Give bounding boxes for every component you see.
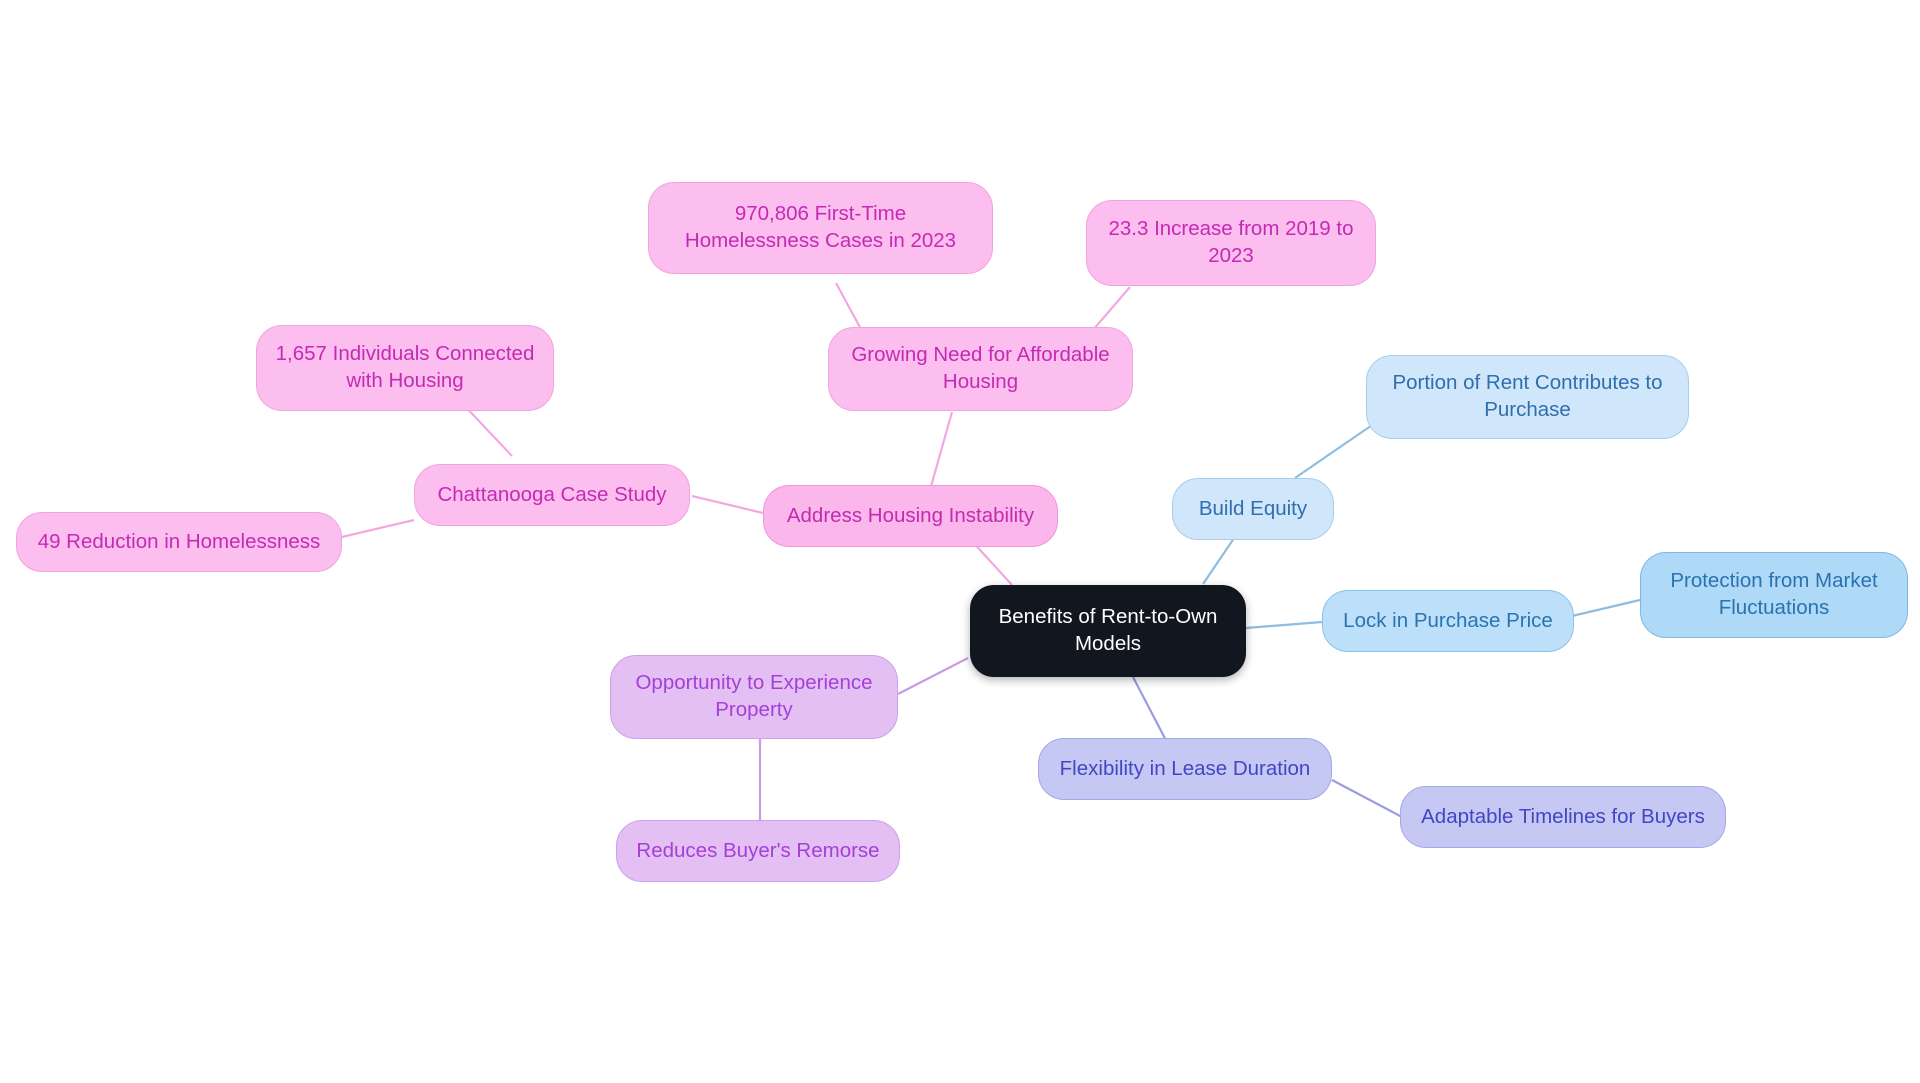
node-growing-need-for-affordable-housing[interactable]: Growing Need for Affordable Housing (828, 327, 1133, 411)
node-adaptable-timelines-for-buyers[interactable]: Adaptable Timelines for Buyers (1400, 786, 1726, 848)
node-reduces-buyers-remorse[interactable]: Reduces Buyer's Remorse (616, 820, 900, 882)
edge-growing-need-to-first-time-cases (835, 282, 863, 332)
node-root-benefits-of-rent-to-own-models[interactable]: Benefits of Rent-to-Own Models (970, 585, 1246, 677)
edge-lock-in-price-to-protection (1571, 598, 1641, 618)
edge-flexibility-to-adaptable-timelines (1331, 779, 1403, 818)
edge-address-to-growing-need (928, 411, 954, 491)
node-chattanooga-case-study[interactable]: Chattanooga Case Study (414, 464, 690, 526)
edge-root-to-lock-in-price (1245, 620, 1323, 630)
node-portion-of-rent-contributes-to-purchase[interactable]: Portion of Rent Contributes to Purchase (1366, 355, 1689, 439)
node-1657-individuals-connected-with-housing[interactable]: 1,657 Individuals Connected with Housing (256, 325, 554, 411)
node-build-equity[interactable]: Build Equity (1172, 478, 1334, 540)
node-lock-in-purchase-price[interactable]: Lock in Purchase Price (1322, 590, 1574, 652)
node-233-increase-from-2019-to-2023[interactable]: 23.3 Increase from 2019 to 2023 (1086, 200, 1376, 286)
edge-chattanooga-to-reduction (341, 518, 415, 539)
node-opportunity-to-experience-property[interactable]: Opportunity to Experience Property (610, 655, 898, 739)
node-protection-from-market-fluctuations[interactable]: Protection from Market Fluctuations (1640, 552, 1908, 638)
edge-growing-need-to-increase (1092, 286, 1131, 331)
mindmap-canvas: Benefits of Rent-to-Own Models Address H… (0, 0, 1920, 1083)
node-970806-first-time-homelessness-cases-2023[interactable]: 970,806 First-Time Homelessness Cases in… (648, 182, 993, 274)
edge-root-to-opportunity (897, 657, 969, 695)
node-address-housing-instability[interactable]: Address Housing Instability (763, 485, 1058, 547)
node-49-reduction-in-homelessness[interactable]: 49 Reduction in Homelessness (16, 512, 342, 572)
node-flexibility-in-lease-duration[interactable]: Flexibility in Lease Duration (1038, 738, 1332, 800)
edge-address-to-chattanooga (691, 494, 764, 515)
edge-build-equity-to-portion-of-rent (1294, 420, 1379, 479)
